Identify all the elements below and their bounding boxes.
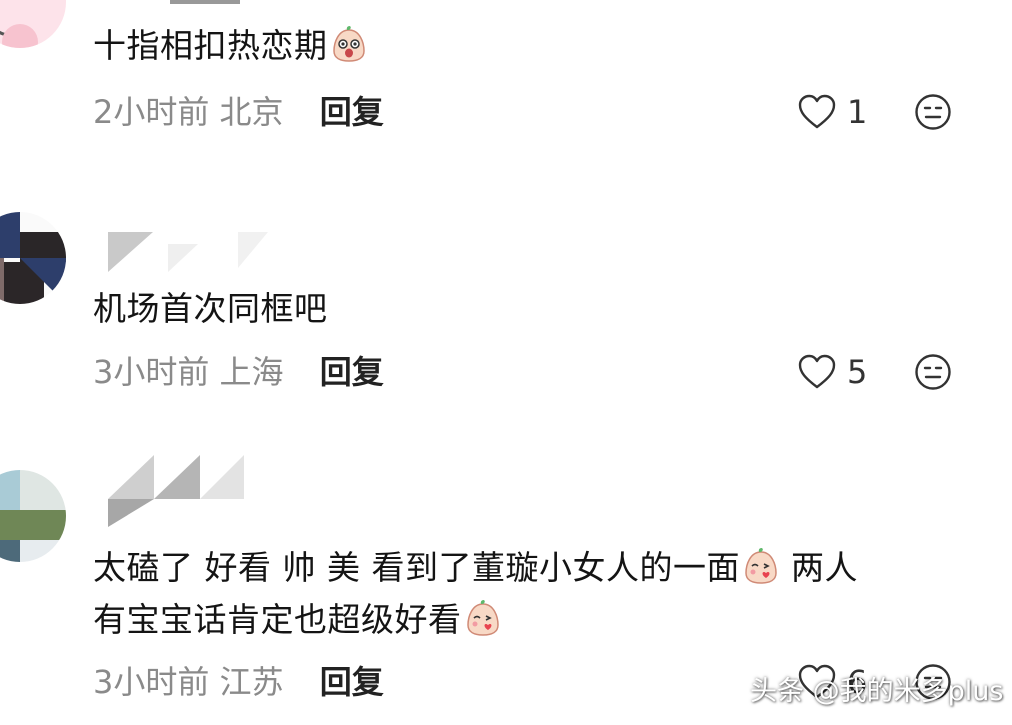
dislike-button[interactable]	[913, 352, 953, 392]
comment-text-content: 有宝宝话肯定也超级好看	[93, 600, 462, 639]
comment-text-content: 机场首次同框吧	[93, 289, 328, 328]
comment-location: 江苏	[219, 663, 284, 701]
kiss-peach-emoji-icon	[464, 599, 502, 637]
username-mosaic[interactable]	[108, 455, 248, 527]
comment-text: 太磕了 好看 帅 美 看到了董璇小女人的一面 两人 有宝宝话肯定也超级好看	[93, 542, 973, 646]
comment-meta: 3小时前 江苏 回复	[93, 660, 384, 704]
comment-text: 十指相扣热恋期	[93, 20, 973, 72]
avatar[interactable]	[0, 0, 66, 48]
dislike-button[interactable]	[913, 92, 953, 132]
reply-button[interactable]: 回复	[320, 93, 384, 131]
comment-meta: 3小时前 上海 回复	[93, 350, 384, 394]
comment-text-line: 有宝宝话肯定也超级好看	[93, 594, 973, 646]
meh-face-icon	[913, 352, 953, 392]
heart-outline-icon	[797, 353, 837, 391]
comment-text-line: 太磕了 好看 帅 美 看到了董璇小女人的一面 两人	[93, 542, 973, 594]
comment-location: 北京	[219, 93, 284, 131]
like-button[interactable]: 5	[797, 350, 867, 394]
comment-time: 2小时前	[93, 93, 210, 131]
comment-text: 机场首次同框吧	[93, 283, 973, 335]
meh-face-icon	[913, 92, 953, 132]
comment-text-content: 太磕了 好看 帅 美 看到了董璇小女人的一面	[93, 548, 740, 587]
username-mosaic[interactable]	[170, 0, 240, 6]
comment-time: 3小时前	[93, 353, 210, 391]
reply-button[interactable]: 回复	[320, 353, 384, 391]
avatar[interactable]	[0, 470, 66, 562]
avatar[interactable]	[0, 212, 66, 304]
heart-outline-icon	[797, 93, 837, 131]
comment-time: 3小时前	[93, 663, 210, 701]
reply-button[interactable]: 回复	[320, 663, 384, 701]
comment-text-content: 两人	[779, 548, 858, 587]
username-mosaic[interactable]	[108, 232, 288, 278]
like-count: 1	[847, 93, 868, 131]
comment-location: 上海	[219, 353, 284, 391]
watermark: 头条 @我的米多plus	[750, 676, 1004, 707]
comment-meta: 2小时前 北京 回复	[93, 90, 384, 134]
like-count: 5	[847, 353, 868, 391]
like-button[interactable]: 1	[797, 90, 867, 134]
comment-text-content: 十指相扣热恋期	[93, 26, 328, 65]
surprised-peach-emoji-icon	[330, 25, 368, 63]
kiss-peach-emoji-icon	[742, 547, 780, 585]
